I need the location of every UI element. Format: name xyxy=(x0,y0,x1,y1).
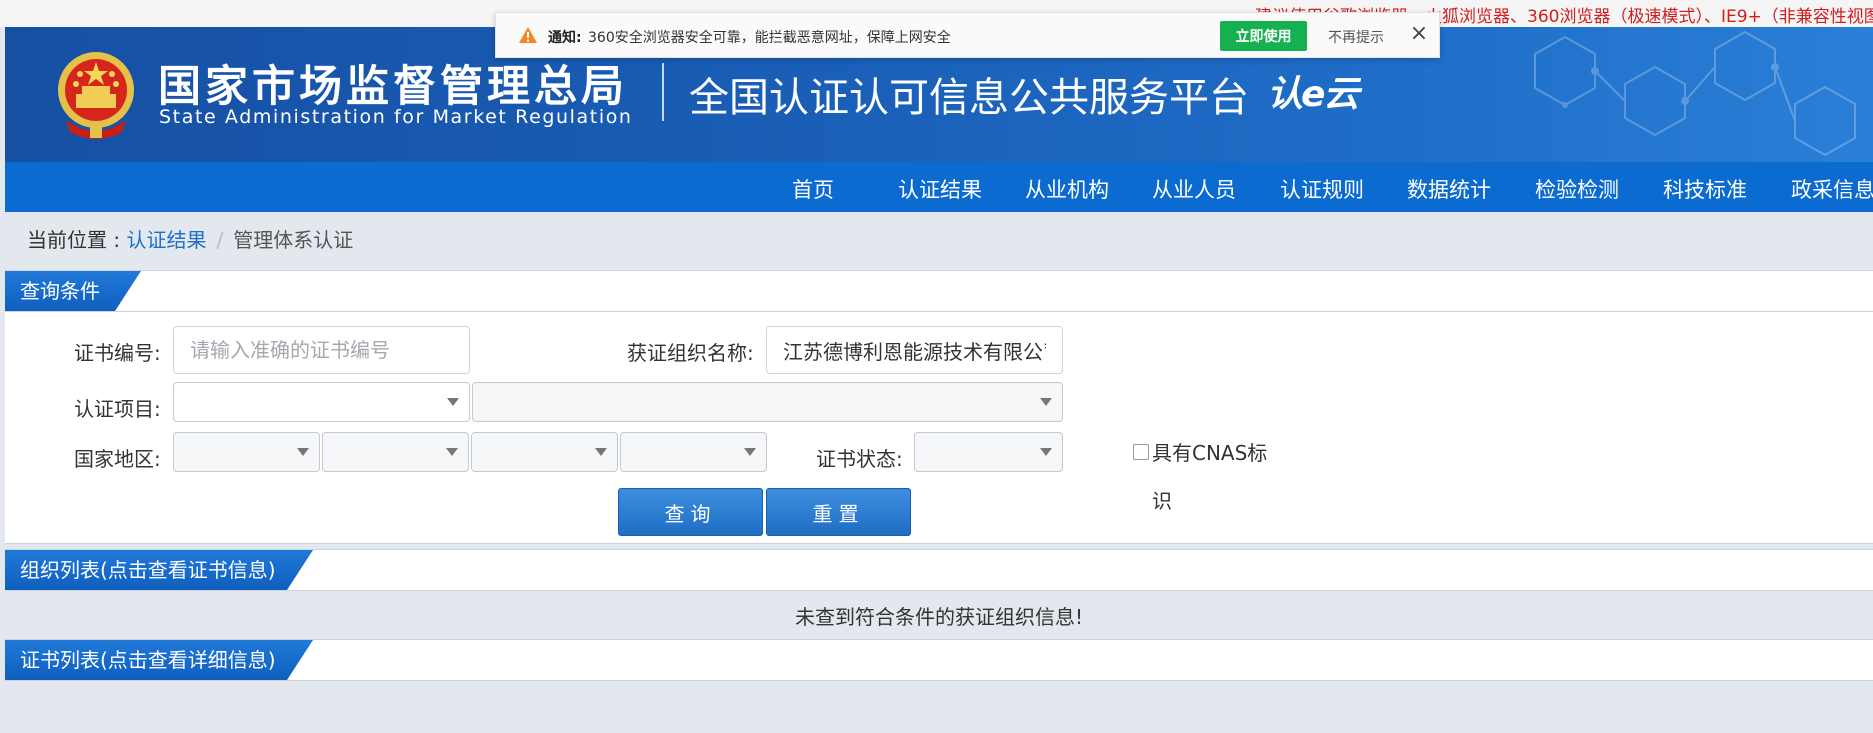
project-label: 认证项目: xyxy=(74,397,161,421)
org-list-panel-header: 组织列表(点击查看证书信息) xyxy=(5,549,1873,591)
breadcrumb-separator: / xyxy=(216,228,224,252)
nav-item-cert-rules[interactable]: 认证规则 xyxy=(1280,174,1364,204)
org-name-chinese: 国家市场监督管理总局 xyxy=(158,62,628,112)
cnas-label: 具有CNAS标识 xyxy=(1152,441,1268,513)
org-name-label: 获证组织名称: xyxy=(627,341,754,365)
reset-button[interactable]: 重置 xyxy=(766,488,911,536)
region-select-2[interactable] xyxy=(322,432,469,472)
chevron-down-icon xyxy=(297,448,309,456)
org-list-title: 组织列表(点击查看证书信息) xyxy=(5,550,313,590)
warning-icon xyxy=(519,27,537,43)
nav-item-institutions[interactable]: 从业机构 xyxy=(1025,174,1109,204)
use-now-button[interactable]: 立即使用 xyxy=(1220,21,1307,51)
nav-item-personnel[interactable]: 从业人员 xyxy=(1152,174,1236,204)
notice-label: 通知: xyxy=(548,30,582,46)
breadcrumb-link-cert-results[interactable]: 认证结果 xyxy=(126,228,206,252)
close-icon[interactable]: × xyxy=(1407,22,1431,46)
nav-item-standards[interactable]: 科技标准 xyxy=(1663,174,1747,204)
cert-list-title: 证书列表(点击查看详细信息) xyxy=(5,640,313,680)
query-panel-header: 查询条件 xyxy=(5,270,1873,312)
query-form: 证书编号: 获证组织名称: 认证项目: 国家地区: 证书状态: 查询 重置 xyxy=(5,312,1873,544)
nav-item-home[interactable]: 首页 xyxy=(792,174,834,204)
brand-logo-text: 认e云 xyxy=(1267,74,1359,115)
query-panel-title: 查询条件 xyxy=(5,271,141,311)
breadcrumb: 当前位置 : 认证结果 / 管理体系认证 xyxy=(27,224,353,253)
national-emblem-icon xyxy=(58,52,134,139)
cnas-checkbox[interactable] xyxy=(1133,444,1149,460)
nav-item-cert-results[interactable]: 认证结果 xyxy=(898,174,982,204)
cert-status-select[interactable] xyxy=(914,432,1063,472)
project-detail-select[interactable] xyxy=(472,382,1063,422)
chevron-down-icon xyxy=(447,398,459,406)
chevron-down-icon xyxy=(595,448,607,456)
hexagon-pattern-decoration xyxy=(1534,30,1856,157)
query-button[interactable]: 查询 xyxy=(618,488,763,536)
nav-item-statistics[interactable]: 数据统计 xyxy=(1407,174,1491,204)
status-label: 证书状态: xyxy=(816,447,903,471)
chevron-down-icon xyxy=(446,448,458,456)
cert-no-label: 证书编号: xyxy=(74,341,161,365)
page: 建议使用谷歌浏览器、火狐浏览器、360浏览器（极速模式）、IE9+（非兼容性视图… xyxy=(0,0,1873,733)
region-select-4[interactable] xyxy=(620,432,767,472)
chevron-down-icon xyxy=(1040,448,1052,456)
brand-logo: 认e云 xyxy=(1267,57,1363,135)
chevron-down-icon xyxy=(1040,398,1052,406)
dont-show-again-link[interactable]: 不再提示 xyxy=(1328,27,1384,47)
browser-notification-bar: 通知: 360安全浏览器安全可靠，能拦截恶意网址，保障上网安全 立即使用 不再提… xyxy=(495,12,1440,58)
nav-item-inspection[interactable]: 检验检测 xyxy=(1535,174,1619,204)
cert-list-panel-header: 证书列表(点击查看详细信息) xyxy=(5,639,1873,681)
platform-title: 全国认证认可信息公共服务平台 xyxy=(689,75,1249,121)
main-nav: 首页 认证结果 从业机构 从业人员 认证规则 数据统计 检验检测 科技标准 政采… xyxy=(5,162,1873,212)
region-label: 国家地区: xyxy=(74,447,161,471)
chevron-down-icon xyxy=(744,448,756,456)
nav-item-procurement[interactable]: 政采信息 xyxy=(1791,174,1873,204)
notice-message: 360安全浏览器安全可靠，能拦截恶意网址，保障上网安全 xyxy=(588,30,951,46)
empty-result-message: 未查到符合条件的获证组织信息! xyxy=(794,605,1084,629)
region-select-3[interactable] xyxy=(471,432,618,472)
breadcrumb-prefix: 当前位置 : xyxy=(27,228,127,252)
org-name-input[interactable] xyxy=(766,326,1063,374)
banner-divider xyxy=(662,63,664,121)
breadcrumb-current: 管理体系认证 xyxy=(233,228,354,252)
cert-no-input[interactable] xyxy=(173,326,470,374)
region-select-1[interactable] xyxy=(173,432,320,472)
project-category-select[interactable] xyxy=(173,382,470,422)
org-name-english: State Administration for Market Regulati… xyxy=(159,106,633,128)
